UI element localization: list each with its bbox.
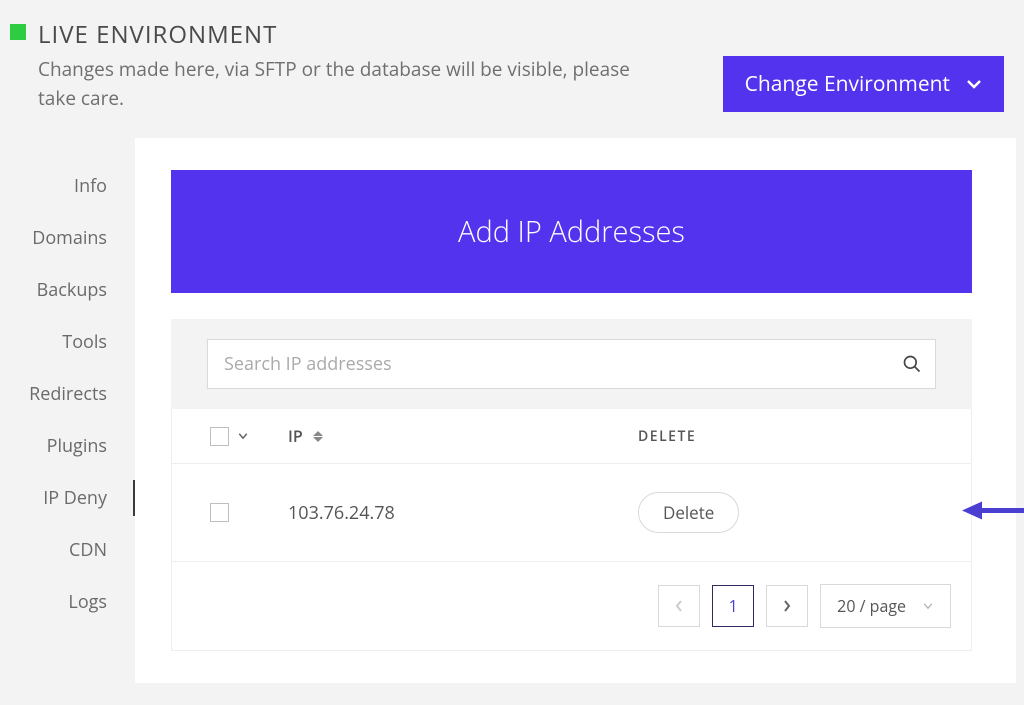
table-row: 103.76.24.78 Delete (172, 464, 971, 561)
chevron-down-icon (922, 600, 934, 612)
sort-icon (313, 431, 323, 442)
sidebar-item-label: Info (74, 174, 107, 198)
search-input[interactable] (207, 339, 936, 389)
sidebar-item-label: Tools (62, 330, 107, 354)
page-size-select[interactable]: 20 / page (820, 584, 951, 628)
change-environment-button[interactable]: Change Environment (723, 56, 1004, 112)
page-number-button[interactable]: 1 (712, 585, 754, 627)
chevron-down-icon (966, 76, 982, 92)
page-number-label: 1 (729, 595, 738, 617)
sidebar-item-label: Redirects (29, 382, 107, 406)
add-ip-label: Add IP Addresses (458, 212, 685, 251)
sidebar-item-label: CDN (69, 538, 107, 562)
sidebar-item-redirects[interactable]: Redirects (0, 368, 135, 420)
delete-button[interactable]: Delete (638, 492, 739, 533)
add-ip-addresses-button[interactable]: Add IP Addresses (171, 170, 972, 293)
column-delete-label: DELETE (638, 427, 696, 446)
ip-cell: 103.76.24.78 (288, 501, 638, 525)
sidebar-item-label: Domains (32, 226, 107, 250)
table-footer: 1 20 / page (172, 561, 971, 650)
annotation-arrow (962, 498, 1024, 527)
column-ip-label: IP (288, 425, 303, 447)
chevron-right-icon (782, 599, 792, 613)
delete-label: Delete (663, 501, 714, 524)
sidebar-item-plugins[interactable]: Plugins (0, 420, 135, 472)
env-title: LIVE ENVIRONMENT (38, 18, 723, 51)
search-bar-container (171, 319, 972, 409)
sidebar-item-domains[interactable]: Domains (0, 212, 135, 264)
sidebar-item-cdn[interactable]: CDN (0, 524, 135, 576)
sidebar-item-label: IP Deny (43, 486, 107, 510)
main-content: Add IP Addresses IP DELETE (135, 138, 1016, 683)
search-icon (902, 354, 922, 374)
env-subtitle: Changes made here, via SFTP or the datab… (38, 55, 658, 112)
column-header-ip[interactable]: IP (288, 425, 638, 447)
sidebar-item-tools[interactable]: Tools (0, 316, 135, 368)
column-header-delete: DELETE (638, 427, 696, 446)
row-checkbox[interactable] (210, 503, 229, 522)
chevron-left-icon (674, 599, 684, 613)
ip-table: IP DELETE 103.76.24.78 Delete (171, 409, 972, 651)
change-environment-label: Change Environment (745, 70, 950, 98)
sidebar-item-info[interactable]: Info (0, 160, 135, 212)
sidebar-item-label: Plugins (47, 434, 107, 458)
sidebar-item-backups[interactable]: Backups (0, 264, 135, 316)
sidebar-item-logs[interactable]: Logs (0, 576, 135, 628)
sidebar-item-ip-deny[interactable]: IP Deny (0, 472, 135, 524)
header-banner: LIVE ENVIRONMENT Changes made here, via … (0, 0, 1024, 138)
sidebar-item-label: Backups (37, 278, 107, 302)
env-status-indicator (10, 24, 26, 40)
next-page-button[interactable] (766, 585, 808, 627)
sidebar-item-label: Logs (68, 590, 107, 614)
sidebar: Info Domains Backups Tools Redirects Plu… (0, 138, 135, 683)
page-size-label: 20 / page (837, 595, 906, 617)
prev-page-button[interactable] (658, 585, 700, 627)
table-header: IP DELETE (172, 409, 971, 464)
chevron-down-icon[interactable] (237, 430, 249, 442)
select-all-checkbox[interactable] (210, 427, 229, 446)
